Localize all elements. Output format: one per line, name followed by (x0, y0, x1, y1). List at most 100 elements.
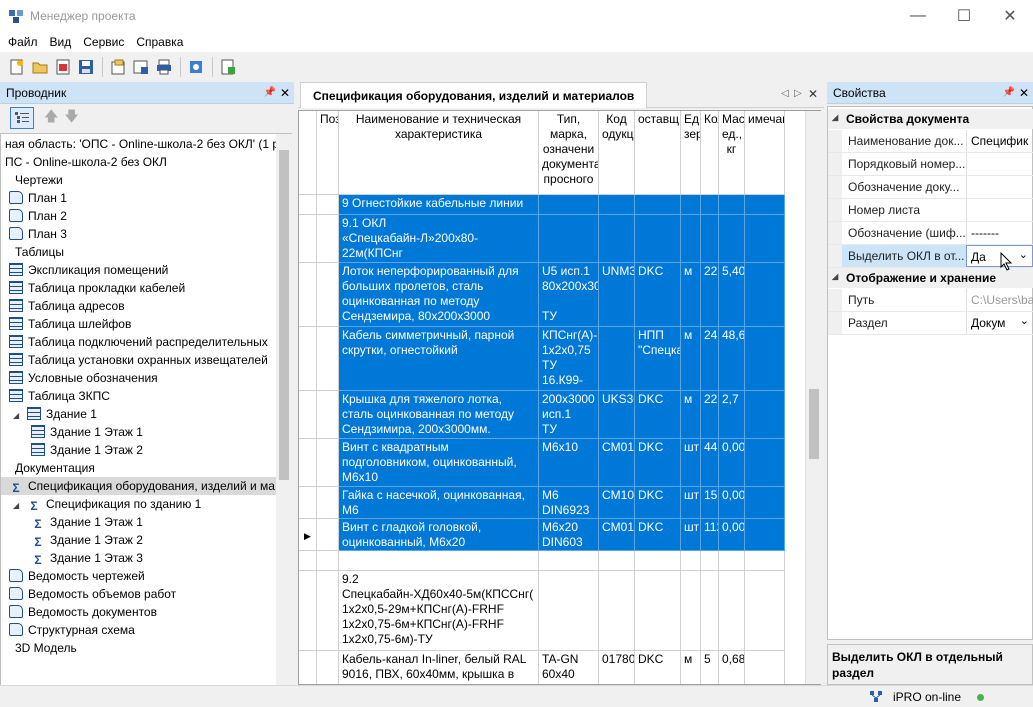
grid-cell[interactable] (745, 651, 785, 684)
property-row[interactable]: Номер листа (828, 199, 1033, 222)
row-header[interactable] (299, 571, 317, 651)
property-row[interactable]: Обозначение доку... (828, 176, 1033, 199)
grid-cell[interactable] (745, 215, 785, 263)
current-row-indicator[interactable]: ▶ (299, 519, 317, 551)
grid-cell[interactable]: 0,68 (719, 651, 745, 684)
grid-cell[interactable] (701, 215, 719, 263)
tab-left-icon[interactable]: ◁ (781, 88, 789, 99)
tree-view-button[interactable] (10, 107, 34, 129)
grid-cell[interactable]: DKC (635, 651, 681, 684)
minimize-button[interactable]: — (895, 0, 941, 32)
grid-cell[interactable]: CM10 (599, 487, 635, 519)
grid-cell[interactable] (317, 439, 339, 487)
grid-cell[interactable]: 24 (701, 327, 719, 391)
tree-item[interactable]: Σ Здание 1 Этаж 1 (1, 513, 277, 531)
tree-item[interactable]: Структурная схема (1, 621, 277, 639)
properties-button[interactable] (107, 56, 129, 78)
tree-item[interactable]: Таблица адресов (1, 297, 277, 315)
collapse-arrow-icon[interactable]: ◢ (832, 113, 838, 122)
tree-item[interactable]: План 2 (1, 207, 277, 225)
property-row[interactable]: Путь C:\Users\ba (828, 289, 1033, 312)
tree-item[interactable]: Документация (1, 459, 277, 477)
grid-cell[interactable] (599, 551, 635, 571)
grid-cell[interactable]: 48,6 (719, 327, 745, 391)
grid-cell[interactable]: шт (681, 519, 701, 551)
grid-cell[interactable]: 0,00 (719, 439, 745, 487)
property-value[interactable] (966, 199, 1033, 221)
property-value[interactable] (966, 153, 1033, 175)
pin-icon[interactable]: 📌 (1003, 87, 1015, 98)
grid-cell[interactable]: шт (681, 439, 701, 487)
grid-cell[interactable]: 200х3000 исп.1 ТУ (539, 391, 599, 439)
grid-cell[interactable] (317, 215, 339, 263)
property-row[interactable]: Порядковый номер... (828, 153, 1033, 176)
grid-cell[interactable] (599, 195, 635, 215)
grid-cell[interactable] (745, 439, 785, 487)
grid-cell[interactable]: 9.1 ОКЛ «Спецкабайн-Л»200х80-22м(КПСнг 1… (339, 215, 539, 263)
row-header[interactable] (299, 439, 317, 487)
grid-cell[interactable]: 0,00 (719, 519, 745, 551)
grid-cell[interactable]: UNM3 (599, 263, 635, 327)
row-header[interactable] (299, 391, 317, 439)
row-header[interactable] (299, 651, 317, 684)
property-category[interactable]: ◢ Свойства документа (828, 109, 1033, 129)
grid-cell[interactable] (317, 551, 339, 571)
grid-cell[interactable] (599, 327, 635, 391)
grid-cell[interactable]: 22 (701, 391, 719, 439)
property-value[interactable]: Специфик (966, 130, 1033, 152)
grid-cell[interactable]: Кабель-канал In-liner, белый RAL 9016, П… (339, 651, 539, 684)
column-header[interactable]: Код одукци (599, 111, 635, 195)
maximize-button[interactable]: ☐ (941, 0, 987, 32)
grid-cell[interactable] (317, 571, 339, 651)
grid-cell[interactable] (745, 263, 785, 327)
column-header[interactable]: Наименование и техническая характеристик… (339, 111, 539, 195)
tree-item[interactable]: Σ Здание 1 Этаж 2 (1, 531, 277, 549)
grid-cell[interactable] (719, 551, 745, 571)
open-button[interactable] (29, 56, 51, 78)
grid-cell[interactable]: DKC (635, 263, 681, 327)
grid-cell[interactable] (317, 263, 339, 327)
grid-cell[interactable] (681, 551, 701, 571)
column-header[interactable]: Тип, марка, означени документа просного (539, 111, 599, 195)
grid-cell[interactable]: 01780 (599, 651, 635, 684)
grid-cell[interactable]: M6х20 DIN603 (539, 519, 599, 551)
tree-item[interactable]: Здание 1 Этаж 1 (1, 423, 277, 441)
grid-cell[interactable]: 9.2 Спецкабайн-ХД60х40-5м(КПССнг( 1х2х0,… (339, 571, 539, 651)
grid-cell[interactable] (539, 571, 599, 651)
grid-cell[interactable] (745, 487, 785, 519)
grid-cell[interactable]: м (681, 327, 701, 391)
grid-cell[interactable]: НПП "Спецка (635, 327, 681, 391)
grid-cell[interactable]: U5 исп.1 80х200х300 ТУ (539, 263, 599, 327)
close-icon[interactable]: ✕ (1019, 86, 1029, 100)
property-row[interactable]: Наименование док... Специфик (828, 130, 1033, 153)
grid-cell[interactable] (681, 215, 701, 263)
property-row[interactable]: Раздел Докум ⌄ (828, 312, 1033, 335)
grid-cell[interactable] (599, 215, 635, 263)
grid-cell[interactable]: Лоток неперфорированный для больших прол… (339, 263, 539, 327)
menu-view[interactable]: Вид (44, 35, 78, 49)
grid-cell[interactable]: 0,00 (719, 487, 745, 519)
export-button[interactable] (130, 56, 152, 78)
column-header[interactable]: Масс ед., кг (719, 111, 745, 195)
grid-cell[interactable] (719, 215, 745, 263)
tree-item[interactable]: Таблицы (1, 243, 277, 261)
row-header[interactable] (299, 263, 317, 327)
tree-item[interactable]: Условные обозначения (1, 369, 277, 387)
grid-cell[interactable] (745, 391, 785, 439)
tree-item[interactable]: ◢ Здание 1 (1, 405, 277, 423)
tree-item[interactable]: 3D Модель (1, 639, 277, 657)
chevron-down-icon[interactable]: ⌄ (1020, 314, 1029, 327)
tree-item[interactable]: Ведомость объемов работ (1, 585, 277, 603)
add-button[interactable] (217, 56, 239, 78)
grid-scrollbar[interactable] (805, 111, 821, 684)
tree-item[interactable]: Таблица установки охранных извещателей (1, 351, 277, 369)
grid-cell[interactable]: UKS30 (599, 391, 635, 439)
grid-cell[interactable]: DKC (635, 391, 681, 439)
close-project-button[interactable] (52, 56, 74, 78)
menu-help[interactable]: Справка (130, 35, 189, 49)
grid-cell[interactable]: CM01 (599, 519, 635, 551)
grid-cell[interactable] (339, 551, 539, 571)
tree-item[interactable]: Здание 1 Этаж 2 (1, 441, 277, 459)
tab-right-icon[interactable]: ▷ (794, 88, 802, 99)
tree-item[interactable]: Таблица шлейфов (1, 315, 277, 333)
